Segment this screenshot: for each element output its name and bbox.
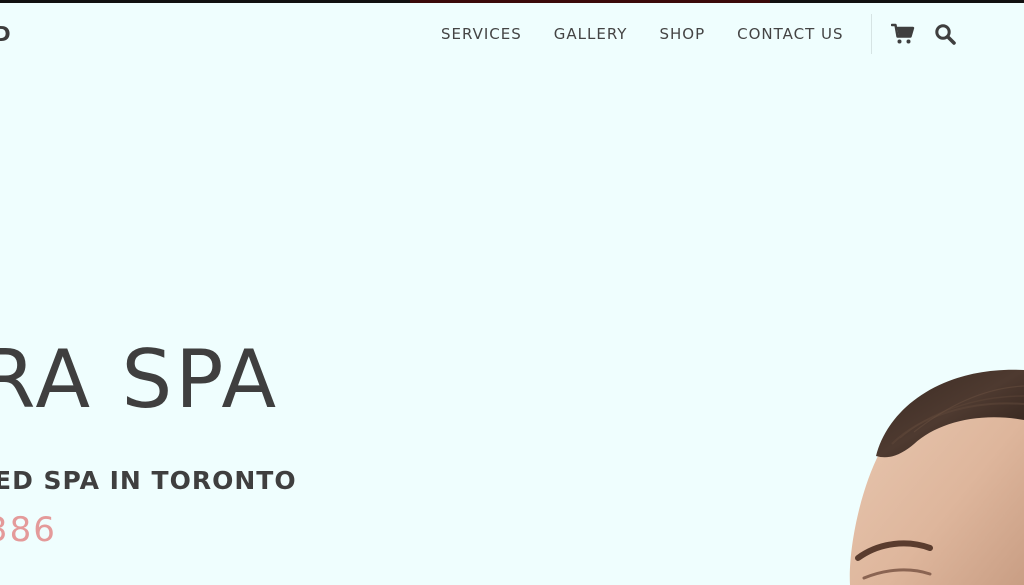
nav-item-gallery[interactable]: GALLERY [554,25,628,43]
model-portrait-image [849,369,1024,585]
nav-item-contact-us[interactable]: CONTACT US [737,25,843,43]
page: D SERVICES GALLERY SHOP CONTACT US RA SP… [0,0,1024,585]
hero-phone-number[interactable]: 386 [0,510,57,550]
top-strip [0,0,1024,3]
top-strip-accent [410,0,770,3]
search-button[interactable] [933,22,957,46]
site-logo[interactable]: D [0,22,11,46]
nav-item-services[interactable]: SERVICES [441,25,522,43]
nav-item-shop[interactable]: SHOP [659,25,705,43]
hero-subtitle: ED SPA IN TORONTO [0,466,297,495]
search-icon [935,24,956,45]
hero-model-photo [830,360,1024,585]
shopping-cart-icon [890,23,915,44]
cart-button[interactable] [890,22,915,46]
main-nav: SERVICES GALLERY SHOP CONTACT US [441,23,844,45]
hero-title: RA SPA [0,333,280,426]
nav-divider [871,14,872,54]
